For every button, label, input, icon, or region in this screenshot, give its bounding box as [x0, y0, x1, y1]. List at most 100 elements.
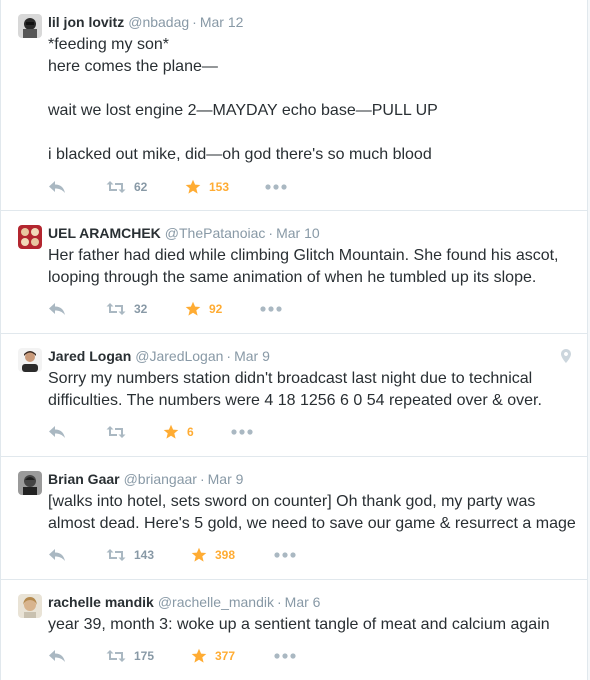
favorite-button[interactable]: 92: [185, 300, 222, 318]
avatar[interactable]: [18, 594, 42, 618]
separator-dot: ·: [199, 471, 205, 487]
tweet-text: *feeding my son* here comes the plane— w…: [48, 34, 575, 166]
tweet-text-line: i blacked out mike, did—oh god there's s…: [48, 146, 432, 163]
author-handle[interactable]: @nbadag: [128, 14, 189, 30]
tweet-text-line: Sorry my numbers station didn't broadcas…: [48, 370, 533, 387]
author-name[interactable]: Jared Logan: [48, 348, 131, 364]
tweet[interactable]: UEL ARAMCHEK @ThePatanoiac · Mar 10 Her fat…: [1, 211, 587, 334]
star-icon: [185, 179, 201, 194]
favorite-count: 6: [187, 425, 194, 439]
timestamp[interactable]: Mar 6: [285, 594, 321, 610]
tweet-text-line: [walks into hotel, sets sword on counter…: [48, 493, 536, 510]
tweet-text-line: [48, 78, 575, 100]
favorite-count: 398: [215, 548, 236, 562]
separator-dot: ·: [192, 14, 197, 30]
retweet-button[interactable]: [106, 423, 134, 441]
tweet-text: year 39, month 3: woke up a sentient tan…: [48, 614, 575, 636]
reply-icon: [49, 549, 65, 561]
retweet-count: 143: [134, 548, 155, 562]
tweet-text: Sorry my numbers station didn't broadcas…: [48, 368, 575, 412]
retweet-button[interactable]: 143: [106, 546, 154, 564]
reply-icon: [49, 650, 65, 662]
star-icon: [191, 648, 207, 663]
retweet-button[interactable]: 175: [106, 647, 154, 665]
more-icon: [265, 184, 287, 190]
tweet-text-line: almost dead. Here's 5 gold, we need to s…: [48, 515, 576, 532]
retweet-icon: [106, 650, 126, 662]
author-name[interactable]: Brian Gaar: [48, 471, 120, 487]
retweet-button[interactable]: 62: [106, 178, 147, 196]
author-name[interactable]: UEL ARAMCHEK: [48, 225, 161, 241]
tweet-timeline: lil jon lovitz @nbadag · Mar 12 *feeding my…: [0, 0, 588, 680]
avatar[interactable]: [18, 14, 42, 38]
more-icon: [274, 653, 296, 659]
tweet-text-line: wait we lost engine 2—MAYDAY echo base—P…: [48, 102, 438, 119]
star-icon: [163, 424, 179, 439]
favorite-count: 377: [215, 649, 236, 663]
more-button[interactable]: [260, 300, 282, 318]
author-handle[interactable]: @rachelle_mandik: [158, 594, 274, 610]
tweet-text-line: difficulties. The numbers were 4 18 1256…: [48, 392, 542, 409]
tweet[interactable]: rachelle mandik @rachelle_mandik · Mar 6 ye…: [1, 580, 587, 680]
favorite-count: 153: [209, 180, 230, 194]
timestamp[interactable]: Mar 9: [234, 348, 270, 364]
tweet-text-line: [48, 122, 575, 144]
timestamp[interactable]: Mar 10: [276, 225, 320, 241]
tweet-text-line: Her father had died while climbing Glitc…: [48, 247, 559, 264]
reply-icon: [49, 303, 65, 315]
separator-dot: ·: [226, 348, 232, 364]
favorite-count: 92: [209, 302, 223, 316]
avatar[interactable]: [18, 471, 42, 495]
more-icon: [274, 552, 296, 558]
tweet-header: rachelle mandik @rachelle_mandik · Mar 6: [48, 593, 320, 611]
author-name[interactable]: rachelle mandik: [48, 594, 154, 610]
retweet-count: 32: [134, 302, 148, 316]
retweet-button[interactable]: 32: [106, 300, 147, 318]
tweet-header: UEL ARAMCHEK @ThePatanoiac · Mar 10: [48, 224, 320, 242]
timestamp[interactable]: Mar 9: [208, 471, 244, 487]
tweet-header: Jared Logan @JaredLogan · Mar 9: [48, 347, 270, 365]
tweet[interactable]: Jared Logan @JaredLogan · Mar 9 Sorry my nu…: [1, 334, 587, 457]
tweet-text-line: here comes the plane—: [48, 58, 218, 75]
more-icon: [231, 429, 253, 435]
favorite-button[interactable]: 398: [191, 546, 235, 564]
separator-dot: ·: [268, 225, 274, 241]
retweet-icon: [106, 426, 126, 438]
tweet[interactable]: lil jon lovitz @nbadag · Mar 12 *feeding my…: [1, 0, 587, 211]
reply-button[interactable]: [48, 546, 66, 564]
avatar[interactable]: [18, 348, 42, 372]
author-handle[interactable]: @JaredLogan: [135, 348, 223, 364]
retweet-count: 175: [134, 649, 155, 663]
separator-dot: ·: [276, 594, 282, 610]
star-icon: [191, 547, 207, 562]
retweet-icon: [106, 549, 126, 561]
more-button[interactable]: [274, 546, 296, 564]
reply-button[interactable]: [48, 647, 66, 665]
tweet-header: Brian Gaar @briangaar · Mar 9: [48, 470, 243, 488]
tweet-text: Her father had died while climbing Glitc…: [48, 245, 575, 289]
reply-icon: [49, 426, 65, 438]
retweet-icon: [106, 181, 126, 193]
reply-icon: [49, 181, 65, 193]
reply-button[interactable]: [48, 178, 66, 196]
more-button[interactable]: [265, 178, 287, 196]
reply-button[interactable]: [48, 300, 66, 318]
avatar[interactable]: [18, 225, 42, 249]
author-name[interactable]: lil jon lovitz: [48, 14, 124, 30]
retweet-count: 62: [134, 180, 148, 194]
tweet-text: [walks into hotel, sets sword on counter…: [48, 491, 576, 535]
more-button[interactable]: [231, 423, 253, 441]
author-handle[interactable]: @briangaar: [124, 471, 197, 487]
favorite-button[interactable]: 6: [163, 423, 194, 441]
more-button[interactable]: [274, 647, 296, 665]
location-pin-icon[interactable]: [561, 349, 571, 363]
favorite-button[interactable]: 377: [191, 647, 235, 665]
favorite-button[interactable]: 153: [185, 178, 229, 196]
tweet-text-line: looping through the same animation of wh…: [48, 269, 537, 286]
tweet-header: lil jon lovitz @nbadag · Mar 12: [48, 13, 243, 31]
reply-button[interactable]: [48, 423, 66, 441]
author-handle[interactable]: @ThePatanoiac: [165, 225, 266, 241]
timestamp[interactable]: Mar 12: [200, 14, 244, 30]
tweet[interactable]: Brian Gaar @briangaar · Mar 9 [walks into h…: [1, 457, 587, 580]
star-icon: [185, 301, 201, 316]
